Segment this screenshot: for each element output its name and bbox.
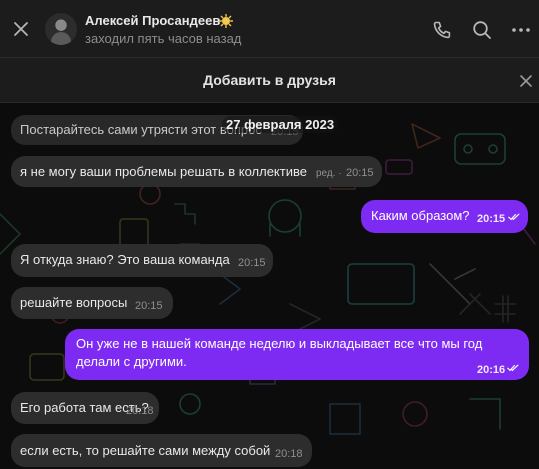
message-time: 20:15 — [346, 167, 374, 179]
message-incoming[interactable]: если есть, то решайте сами между собой 2… — [11, 434, 312, 467]
contact-status: заходил пять часов назад — [85, 31, 242, 46]
close-icon[interactable] — [11, 19, 31, 39]
avatar[interactable] — [45, 13, 77, 45]
contact-name[interactable]: Алексей Просандеев — [85, 13, 220, 28]
message-text: я не могу ваши проблемы решать в коллект… — [20, 164, 307, 179]
read-check-icon — [508, 213, 520, 221]
message-text: Он уже не в нашей команде неделю и выкла… — [76, 336, 483, 369]
date-separator: 27 февраля 2023 — [222, 116, 339, 133]
message-time: 20:15 — [238, 257, 266, 269]
add-friend-button[interactable]: Добавить в друзья — [0, 72, 539, 88]
star-badge-icon — [219, 14, 233, 28]
phone-icon[interactable] — [431, 19, 453, 41]
message-incoming[interactable]: я не могу ваши проблемы решать в коллект… — [11, 156, 382, 187]
message-outgoing[interactable]: Он уже не в нашей команде неделю и выкла… — [65, 329, 529, 380]
add-friend-bar: Добавить в друзья — [0, 58, 539, 103]
edited-marker: ред. · — [316, 168, 342, 179]
chat-header: Алексей Просандеев заходил пять часов на… — [0, 0, 539, 58]
message-time: 20:16 — [477, 364, 506, 376]
message-time: 20:18 — [275, 448, 303, 460]
close-icon[interactable] — [519, 74, 533, 88]
message-list[interactable]: Постарайтесь сами утрясти этот вопрос 20… — [0, 104, 539, 469]
message-incoming[interactable]: решайте вопросы 20:15 — [11, 287, 173, 319]
message-incoming[interactable]: Я откуда знаю? Это ваша команда 20:15 — [11, 244, 273, 277]
message-outgoing[interactable]: Каким образом? 20:15 — [361, 200, 528, 233]
message-text: если есть, то решайте сами между собой — [20, 443, 271, 458]
read-check-icon — [507, 364, 519, 372]
message-time: 20:15 — [477, 213, 506, 225]
message-text: Я откуда знаю? Это ваша команда — [20, 252, 230, 267]
message-time: 20:15 — [135, 300, 163, 312]
message-text: Каким образом? — [371, 208, 470, 223]
more-icon[interactable] — [510, 19, 532, 41]
message-time: 20:18 — [126, 405, 154, 417]
search-icon[interactable] — [471, 19, 493, 41]
message-incoming[interactable]: Его работа там есть? 20:18 — [11, 392, 159, 424]
message-text: решайте вопросы — [20, 295, 128, 310]
